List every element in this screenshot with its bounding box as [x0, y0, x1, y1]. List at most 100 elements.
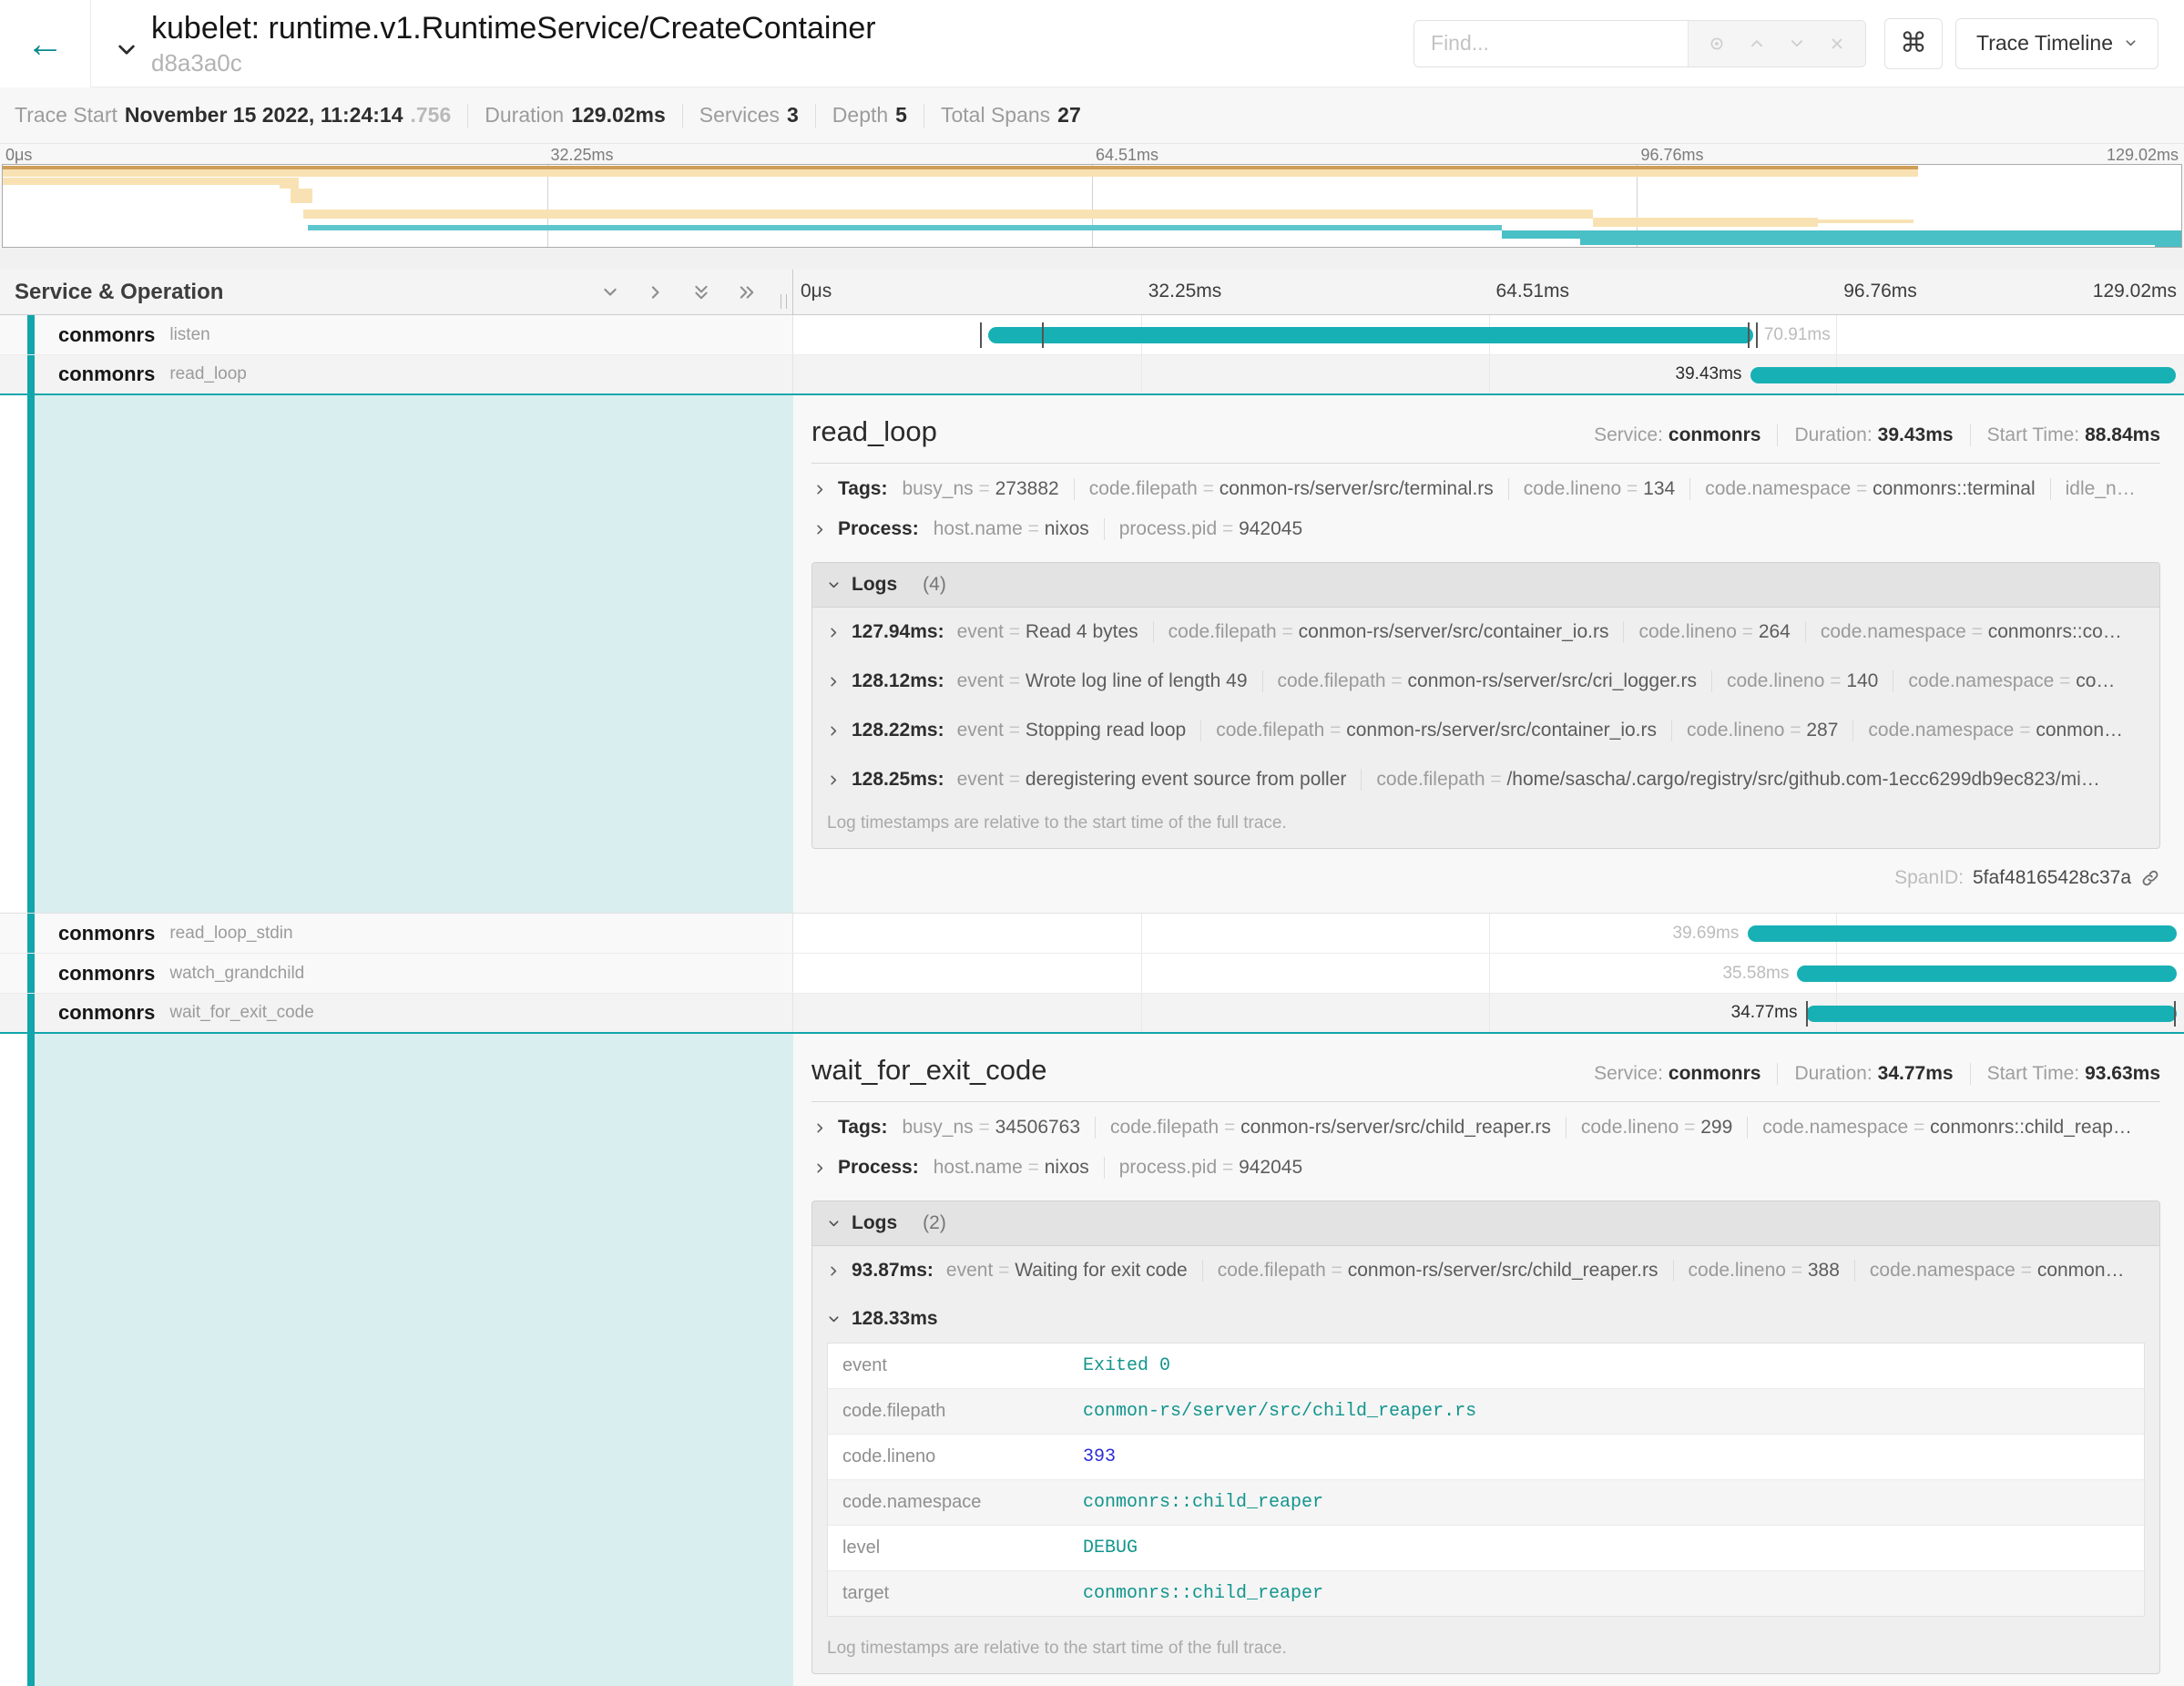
logs-section: Logs (2) 93.87ms: eventWaiting for exit … — [811, 1201, 2160, 1674]
span-row-watch-grandchild[interactable]: conmonrs watch_grandchild 35.58ms — [0, 954, 2184, 994]
minimap-canvas[interactable] — [2, 164, 2182, 248]
log-field: code.filepathconmon-rs/server/src/contai… — [1153, 621, 1609, 643]
log-field: code.namespaceco… — [1893, 670, 2115, 692]
chevron-right-icon — [827, 675, 841, 689]
trace-depth: Depth5 — [832, 103, 907, 128]
span-bar[interactable] — [1797, 966, 2177, 982]
log-field: eventWrote log line of length 49 — [957, 670, 1248, 692]
field-key: target — [828, 1571, 1074, 1616]
next-match-icon[interactable] — [1789, 36, 1805, 52]
expand-one-level-icon[interactable] — [647, 283, 665, 301]
find-input[interactable] — [1414, 21, 1688, 66]
back-button[interactable]: ← — [0, 0, 91, 87]
collapse-all-icon[interactable] — [692, 283, 710, 301]
view-selector-button[interactable]: Trace Timeline — [1955, 18, 2158, 69]
tags-label: Tags: — [838, 478, 887, 500]
focus-match-icon[interactable] — [1709, 36, 1725, 52]
detail-indent-fill — [35, 395, 793, 913]
span-timeline-cell[interactable]: 35.58ms — [793, 954, 2184, 993]
process-row[interactable]: Process: host.namenixos process.pid94204… — [811, 1148, 2160, 1188]
previous-match-icon[interactable] — [1749, 36, 1765, 52]
span-timeline-cell[interactable]: 34.77ms — [793, 994, 2184, 1032]
span-operation: listen — [169, 325, 209, 345]
log-timestamp: 93.87ms: — [852, 1260, 934, 1282]
span-bar[interactable] — [1806, 1006, 2178, 1022]
log-field: code.namespaceconmonrs::co… — [1805, 621, 2122, 643]
span-duration-label: 39.69ms — [1673, 924, 1740, 944]
span-name-cell[interactable]: conmonrs read_loop_stdin — [0, 914, 793, 953]
trace-collapse-chevron-icon[interactable] — [115, 38, 138, 62]
span-detail-wait-for-exit-code: wait_for_exit_code Service:conmonrs Dura… — [0, 1034, 2184, 1686]
table-row: target conmonrs::child_reaper — [828, 1571, 2144, 1616]
span-row-read-loop[interactable]: conmonrs read_loop 39.43ms — [0, 355, 2184, 395]
log-entry[interactable]: 128.12ms: eventWrote log line of length … — [812, 657, 2159, 706]
span-name-cell[interactable]: conmonrs watch_grandchild — [0, 954, 793, 993]
log-field: code.lineno264 — [1623, 621, 1790, 643]
span-duration-label: 35.58ms — [1722, 964, 1789, 984]
span-timeline-cell[interactable]: 39.69ms — [793, 914, 2184, 953]
tags-row[interactable]: Tags: busy_ns273882 code.filepathconmon-… — [811, 469, 2160, 509]
expand-all-icon[interactable] — [738, 283, 756, 301]
chevron-right-icon — [827, 773, 841, 787]
span-name-cell[interactable]: conmonrs read_loop — [0, 355, 793, 393]
column-resizer[interactable] — [781, 294, 787, 309]
log-entry[interactable]: 127.94ms: eventRead 4 bytes code.filepat… — [812, 608, 2159, 657]
table-row: code.filepath conmon-rs/server/src/child… — [828, 1389, 2144, 1435]
log-marker — [1806, 1001, 1808, 1027]
trace-duration: Duration129.02ms — [485, 103, 666, 128]
detail-service: Service:conmonrs — [1594, 424, 1760, 446]
process-label: Process: — [838, 1157, 919, 1179]
axis-tick: 96.76ms — [1843, 281, 1917, 302]
log-marker — [2174, 1001, 2176, 1027]
span-row-wait-for-exit-code[interactable]: conmonrs wait_for_exit_code 34.77ms — [0, 994, 2184, 1034]
trace-start: Trace StartNovember 15 2022, 11:24:14.75… — [15, 103, 451, 128]
tag-item: idle_n… — [2050, 478, 2136, 500]
span-duration-label: 39.43ms — [1676, 364, 1742, 384]
minimap-span-bar — [291, 189, 312, 203]
span-bar[interactable] — [1750, 367, 2176, 383]
span-name-cell[interactable]: conmonrs wait_for_exit_code — [0, 994, 793, 1032]
span-row-read-loop-stdin[interactable]: conmonrs read_loop_stdin 39.69ms — [0, 914, 2184, 954]
span-color-bar — [27, 395, 35, 913]
copy-link-icon[interactable] — [2140, 868, 2160, 888]
span-name-cell[interactable]: conmonrs listen — [0, 315, 793, 354]
span-bar[interactable] — [1748, 925, 2178, 942]
chevron-right-icon — [813, 1161, 827, 1175]
clear-search-icon[interactable] — [1829, 36, 1845, 52]
span-row-listen[interactable]: conmonrs listen 70.91ms — [0, 315, 2184, 355]
service-operation-title: Service & Operation — [15, 280, 223, 305]
tag-item: busy_ns273882 — [902, 478, 1058, 500]
span-service: conmonrs — [58, 962, 155, 986]
timeline-minimap: 0μs 32.25ms 64.51ms 96.76ms 129.02ms — [0, 144, 2184, 248]
minimap-span-bar — [1818, 220, 1914, 223]
detail-duration: Duration:39.43ms — [1777, 424, 1953, 446]
log-entry[interactable]: 128.25ms: eventderegistering event sourc… — [812, 755, 2159, 804]
span-timeline-cell[interactable]: 39.43ms — [793, 355, 2184, 393]
log-timestamp: 127.94ms: — [852, 621, 944, 643]
log-entry[interactable]: 93.87ms: eventWaiting for exit code code… — [812, 1246, 2159, 1295]
logs-count: (4) — [923, 574, 946, 596]
span-timeline-cell[interactable]: 70.91ms — [793, 315, 2184, 354]
field-key: code.filepath — [828, 1389, 1074, 1434]
top-bar: ← kubelet: runtime.v1.RuntimeService/Cre… — [0, 0, 2184, 87]
trace-id: d8a3a0c — [151, 49, 876, 77]
log-entry[interactable]: 128.22ms: eventStopping read loop code.f… — [812, 706, 2159, 755]
log-field: eventStopping read loop — [957, 720, 1187, 741]
span-bar[interactable] — [988, 327, 1753, 343]
tag-item: code.lineno299 — [1566, 1117, 1732, 1139]
collapse-one-level-icon[interactable] — [601, 283, 619, 301]
process-row[interactable]: Process: host.namenixos process.pid94204… — [811, 509, 2160, 549]
field-value: DEBUG — [1074, 1526, 2144, 1570]
span-service: conmonrs — [58, 323, 155, 347]
chevron-down-icon — [2124, 36, 2138, 50]
span-color-bar — [27, 954, 35, 993]
logs-header[interactable]: Logs (4) — [812, 563, 2159, 608]
logs-header[interactable]: Logs (2) — [812, 1201, 2159, 1246]
tags-row[interactable]: Tags: busy_ns34506763 code.filepathconmo… — [811, 1108, 2160, 1148]
logs-section: Logs (4) 127.94ms: eventRead 4 bytes cod… — [811, 562, 2160, 849]
log-entry-expanded-header[interactable]: 128.33ms — [812, 1295, 2159, 1339]
keyboard-shortcuts-button[interactable]: ⌘ — [1884, 18, 1943, 69]
table-row: level DEBUG — [828, 1526, 2144, 1571]
chevron-right-icon — [813, 483, 827, 496]
log-timestamp: 128.12ms: — [852, 670, 944, 692]
